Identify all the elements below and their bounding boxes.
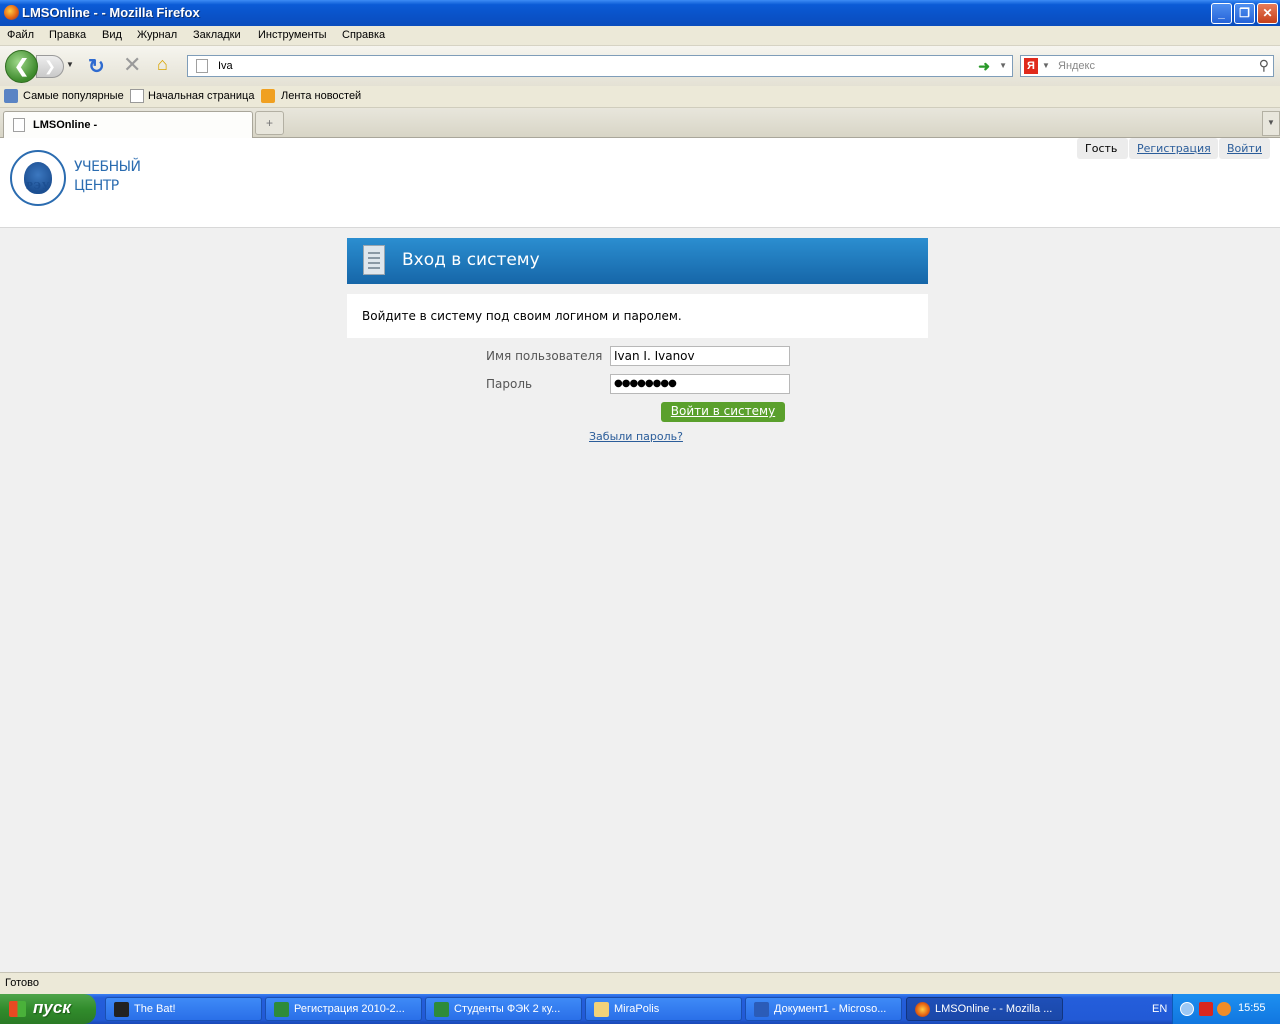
tab-label: LMSOnline - [33, 119, 98, 131]
home-icon[interactable]: ⌂ [157, 54, 168, 75]
excel-icon [434, 1002, 449, 1017]
url-bar[interactable]: Iva ➜ ▼ [187, 55, 1013, 77]
task-word-document[interactable]: Документ1 - Microso... [745, 997, 902, 1021]
firefox-icon [4, 5, 19, 20]
forward-button[interactable]: ❯ [36, 55, 64, 78]
windows-flag-icon [9, 1001, 26, 1017]
menu-tools[interactable]: Инструменты [258, 29, 327, 41]
login-submit-button[interactable]: Войти в систему [661, 402, 785, 422]
folder-icon [594, 1002, 609, 1017]
firefox-icon [915, 1002, 930, 1017]
window-titlebar: LMSOnline - - Mozilla Firefox _ ❐ ✕ [0, 0, 1280, 26]
site-header: РЭУ УЧЕБНЫЙ ЦЕНТР Гость Регистрация Войт… [0, 138, 1280, 228]
task-label: Документ1 - Microso... [774, 1003, 887, 1015]
stop-icon[interactable]: ✕ [123, 52, 141, 78]
status-bar: Готово [0, 972, 1280, 994]
page-icon [130, 89, 144, 103]
page-icon [13, 118, 25, 132]
bookmark-news-feed[interactable]: Лента новостей [281, 90, 361, 102]
tray-expand-icon[interactable] [1180, 1002, 1194, 1016]
url-dropdown-icon[interactable]: ▼ [999, 61, 1007, 70]
logo-line-2: ЦЕНТР [74, 178, 119, 194]
status-text: Готово [5, 977, 39, 989]
forgot-password-link[interactable]: Забыли пароль? [589, 430, 683, 443]
task-excel-registration[interactable]: Регистрация 2010-2... [265, 997, 422, 1021]
page-content: РЭУ УЧЕБНЫЙ ЦЕНТР Гость Регистрация Войт… [0, 138, 1280, 972]
start-button[interactable]: пуск [0, 994, 96, 1024]
bat-icon [114, 1002, 129, 1017]
password-label: Пароль [486, 377, 533, 391]
login-link[interactable]: Войти [1219, 138, 1270, 159]
logo-line-1: УЧЕБНЫЙ [74, 159, 141, 175]
reload-icon[interactable]: ↻ [88, 54, 105, 79]
password-input[interactable]: ●●●●●●●● [610, 374, 790, 394]
task-the-bat[interactable]: The Bat! [105, 997, 262, 1021]
go-arrow-icon[interactable]: ➜ [978, 58, 990, 75]
new-tab-button[interactable]: + [255, 111, 284, 135]
task-label: LMSOnline - - Mozilla ... [935, 1003, 1053, 1015]
yandex-icon[interactable]: Я [1024, 58, 1038, 74]
task-label: Регистрация 2010-2... [294, 1003, 405, 1015]
search-input[interactable]: Яндекс [1058, 60, 1095, 72]
page-icon [196, 59, 208, 73]
history-dropdown-icon[interactable]: ▼ [66, 60, 74, 69]
back-button[interactable]: ❮ [5, 50, 38, 83]
word-icon [754, 1002, 769, 1017]
menu-file[interactable]: Файл [7, 29, 34, 41]
task-mirapolis-folder[interactable]: MiraPolis [585, 997, 742, 1021]
guest-label: Гость [1077, 138, 1128, 159]
bookmarks-bar: Самые популярные Начальная страница Лент… [0, 86, 1280, 108]
url-text[interactable]: Iva [218, 60, 233, 72]
tab-bar: LMSOnline - + ▼ [0, 108, 1280, 138]
document-icon [363, 245, 385, 275]
update-icon[interactable] [1217, 1002, 1231, 1016]
excel-icon [274, 1002, 289, 1017]
task-label: MiraPolis [614, 1003, 660, 1015]
most-visited-icon [4, 89, 18, 103]
task-firefox[interactable]: LMSOnline - - Mozilla ... [906, 997, 1063, 1021]
start-label: пуск [33, 998, 71, 1017]
menu-history[interactable]: Журнал [137, 29, 177, 41]
menu-view[interactable]: Вид [102, 29, 122, 41]
taskbar: пуск The Bat! Регистрация 2010-2... Студ… [0, 994, 1280, 1024]
search-icon[interactable]: ⚲ [1259, 57, 1269, 74]
logo-mark: РЭУ [26, 182, 51, 192]
menu-bookmarks[interactable]: Закладки [193, 29, 241, 41]
engine-dropdown-icon[interactable]: ▼ [1042, 61, 1050, 70]
minimize-button[interactable]: _ [1211, 3, 1232, 24]
menu-bar: Файл Правка Вид Журнал Закладки Инструме… [0, 26, 1280, 46]
task-label: The Bat! [134, 1003, 176, 1015]
maximize-button[interactable]: ❐ [1234, 3, 1255, 24]
rss-icon [261, 89, 275, 103]
username-label: Имя пользователя [486, 349, 603, 363]
task-excel-students[interactable]: Студенты ФЭК 2 ку... [425, 997, 582, 1021]
university-logo: РЭУ [10, 150, 66, 206]
acrobat-icon[interactable] [1199, 1002, 1213, 1016]
logo-text: УЧЕБНЫЙ ЦЕНТР [74, 158, 141, 196]
bookmark-start-page[interactable]: Начальная страница [148, 90, 254, 102]
login-header: Вход в систему [347, 238, 928, 284]
bookmark-most-visited[interactable]: Самые популярные [23, 90, 124, 102]
window-title: LMSOnline - - Mozilla Firefox [22, 5, 200, 20]
menu-help[interactable]: Справка [342, 29, 385, 41]
clock: 15:55 [1238, 1002, 1266, 1014]
tab-lmsonline[interactable]: LMSOnline - [3, 111, 253, 138]
close-button[interactable]: ✕ [1257, 3, 1278, 24]
login-message-box: Войдите в систему под своим логином и па… [347, 294, 928, 338]
login-title: Вход в систему [402, 250, 540, 270]
search-bar[interactable]: Я ▼ Яндекс ⚲ [1020, 55, 1274, 77]
username-input[interactable]: Ivan I. Ivanov [610, 346, 790, 366]
language-indicator[interactable]: EN [1152, 1003, 1167, 1015]
task-label: Студенты ФЭК 2 ку... [454, 1003, 561, 1015]
tab-list-dropdown-icon[interactable]: ▼ [1262, 111, 1280, 136]
register-link[interactable]: Регистрация [1129, 138, 1218, 159]
login-message: Войдите в систему под своим логином и па… [362, 309, 682, 323]
menu-edit[interactable]: Правка [49, 29, 86, 41]
